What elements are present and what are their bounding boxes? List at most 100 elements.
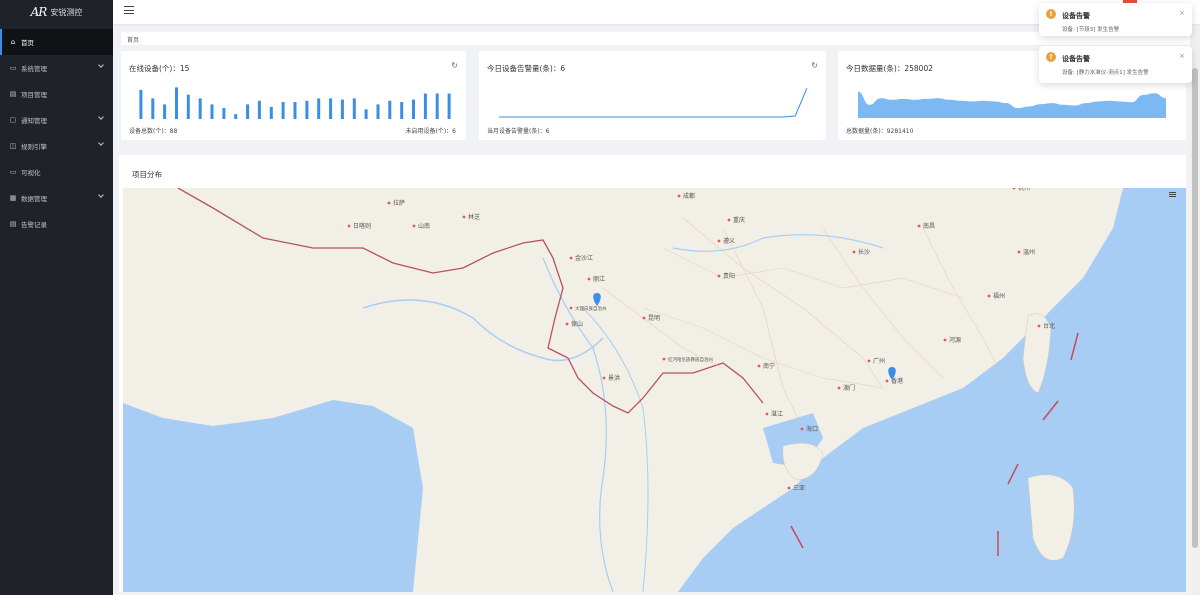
map-label: 南昌 [923, 222, 935, 230]
screen-icon: ▭ [9, 168, 17, 176]
notification-message: 设备: [静力水准仪-测点1] 发生告警 [1062, 70, 1149, 76]
city-dot [387, 201, 391, 205]
city-dot [757, 364, 761, 368]
refresh-icon[interactable]: ↻ [811, 61, 818, 70]
notification-title: 设备告警 [1062, 55, 1090, 63]
series-area [858, 91, 1166, 118]
alarm-notification[interactable]: ! 设备告警 设备: [节段3] 发生告警 × [1039, 3, 1192, 36]
map-pin-icon[interactable] [593, 293, 601, 306]
project-distribution-title: 项目分布 [132, 170, 162, 179]
sidebar-item-label: 通知管理 [21, 117, 47, 125]
bar [364, 109, 368, 119]
chevron-down-icon [98, 140, 104, 146]
alarm-notification[interactable]: ! 设备告警 设备: [静力水准仪-测点1] 发生告警 × [1039, 46, 1192, 83]
warning-icon: ! [1046, 52, 1056, 62]
online-devices-card: 在线设备(个)：15 ↻ 设备总数(个)：88 未启用设备(个)：6 [121, 51, 466, 140]
logo-mark: AR [30, 5, 48, 19]
breadcrumb[interactable]: 首页 [127, 35, 139, 44]
home-icon: ⌂ [10, 38, 16, 46]
bar [246, 104, 250, 119]
series-line [499, 87, 807, 118]
bar [175, 87, 178, 119]
sidebar-item[interactable]: ▢ 通知管理 [0, 107, 113, 133]
scrollbar-thumb[interactable] [1192, 68, 1198, 548]
sidebar-item[interactable]: ⌂ 首页 [0, 29, 113, 55]
city-dot [565, 322, 569, 326]
sidebar-item[interactable]: ◫ 规则引擎 [0, 133, 113, 159]
city-dot [727, 218, 731, 222]
map-label: 山南 [418, 222, 430, 230]
bar [222, 108, 226, 119]
city-dot [852, 250, 856, 254]
city-dot [1017, 250, 1021, 254]
map-label: 广州 [873, 357, 885, 365]
map-label: 金沙江 [575, 254, 593, 262]
map-label: 温州 [1023, 248, 1035, 256]
national-border [177, 188, 764, 414]
sidebar-item[interactable]: ▭ 可视化 [0, 159, 113, 185]
menu-toggle-icon[interactable] [124, 6, 134, 14]
database-icon: ▦ [9, 194, 17, 202]
bar [435, 93, 439, 119]
map-label: 红河哈尼族彝族自治州 [668, 356, 713, 363]
bar [163, 104, 167, 119]
city-dot [412, 224, 416, 228]
sidebar-item[interactable]: ▦ 数据管理 [0, 185, 113, 211]
city-dot [867, 359, 871, 363]
close-icon[interactable]: × [1179, 52, 1185, 60]
notification-title: 设备告警 [1062, 12, 1090, 20]
bar [305, 100, 309, 119]
bar [198, 98, 202, 119]
bar [257, 100, 261, 119]
monitor-icon: ▭ [9, 64, 17, 72]
city-dot [987, 294, 991, 298]
today-alarm-title: 今日设备告警量(条)：6 [487, 64, 566, 73]
map-label: 日喀则 [353, 222, 371, 230]
sidebar-item[interactable]: ▤ 项目管理 [0, 81, 113, 107]
map-canvas[interactable]: 成都重庆拉萨昆明贵阳长沙南昌福州台北广州香港澳门南宁海口杭州丽江大理白族自治州日… [123, 188, 1186, 592]
bar [388, 100, 392, 119]
city-dot [837, 386, 841, 390]
project-map[interactable]: 成都 重庆 拉萨 昆明 贵阳 长沙 南昌 福州 台北 广州 香港 澳门 南宁 海口 杭州 丽江 大理白族自治州日… [123, 188, 1186, 592]
map-label: 遵义 [723, 237, 735, 245]
sidebar-item-label: 告警记录 [21, 221, 47, 229]
bar [317, 98, 321, 119]
map-label: 海口 [806, 425, 818, 433]
map-menu-icon[interactable] [1169, 192, 1176, 197]
close-icon[interactable]: × [1179, 9, 1185, 17]
map-label: 杭州 [1018, 188, 1030, 192]
today-data-chart [858, 91, 1166, 118]
bar [340, 99, 344, 119]
city-dot [462, 215, 466, 219]
map-label: 景洪 [608, 374, 620, 382]
map-label: 大理白族自治州 [575, 305, 607, 312]
bar [186, 94, 190, 119]
app-logo[interactable]: AR 安锐测控 [0, 0, 113, 24]
bar [412, 99, 415, 119]
project-distribution-card: 项目分布 成都 重庆 拉萨 昆明 贵阳 长沙 南昌 福州 台北 广州 香港 澳门… [119, 155, 1186, 592]
city-dot [602, 376, 606, 380]
city-dot [1037, 324, 1041, 328]
bar [269, 106, 273, 119]
month-alarm-count: 当月设备告警量(条)：6 [487, 128, 550, 135]
sidebar-item[interactable]: ▤ 告警记录 [0, 211, 113, 237]
map-label: 长沙 [858, 248, 870, 256]
city-dot [717, 274, 721, 278]
today-data-title: 今日数据量(条)：258002 [846, 64, 933, 73]
city-dot [1012, 188, 1016, 190]
refresh-icon[interactable]: ↻ [451, 61, 458, 70]
city-dot [787, 486, 791, 490]
bar [329, 98, 333, 119]
page-scrollbar[interactable] [1190, 28, 1200, 595]
map-label: 重庆 [733, 216, 745, 224]
map-label: 湛江 [771, 411, 783, 418]
city-dot [917, 224, 921, 228]
online-devices-title: 在线设备(个)：15 [129, 64, 190, 73]
bar [423, 93, 427, 119]
sidebar-item[interactable]: ▭ 系统管理 [0, 55, 113, 81]
bar [210, 104, 214, 119]
south-china-sea [678, 188, 1186, 592]
top-header [113, 0, 1200, 24]
map-label: 成都 [683, 192, 695, 200]
sidebar: AR 安锐测控 ⌂ 首页 ▭ 系统管理 ▤ 项目管理 ▢ 通知管理 ◫ 规则引擎 ▭ 可视化 ▦ 数据管理… [0, 0, 113, 595]
